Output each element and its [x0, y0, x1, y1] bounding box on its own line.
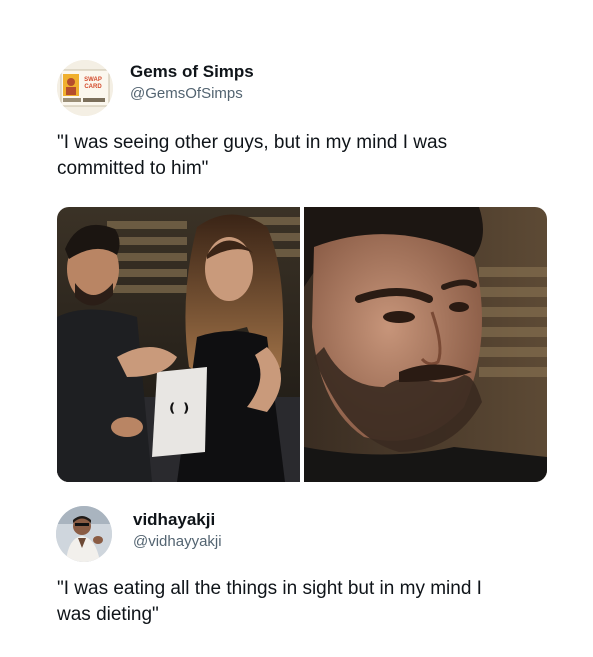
avatar-logo-text-top: SWAP — [84, 77, 102, 83]
avatar-logo-text-bottom: CARD — [84, 84, 102, 90]
display-name[interactable]: Gems of Simps — [130, 62, 254, 82]
display-name[interactable]: vidhayakji — [133, 510, 215, 530]
photo-man-closeup[interactable] — [304, 207, 547, 482]
swap-card-avatar-image: SWAP CARD — [57, 60, 113, 116]
user-handle[interactable]: @vidhayyakji — [133, 533, 222, 550]
photo-couple-on-couch[interactable]: ₍ ₎ — [57, 207, 300, 482]
tweet-text: "I was seeing other guys, but in my mind… — [57, 132, 448, 179]
man-avatar-image — [56, 506, 112, 562]
avatar[interactable] — [56, 506, 112, 562]
tweet-media[interactable]: ₍ ₎ — [57, 207, 547, 482]
shirt-print: ₍ ₎ — [169, 393, 189, 418]
user-handle[interactable]: @GemsOfSimps — [130, 85, 243, 102]
avatar[interactable]: SWAP CARD — [57, 60, 113, 116]
tweet-text: "I was eating all the things in sight bu… — [57, 578, 482, 625]
